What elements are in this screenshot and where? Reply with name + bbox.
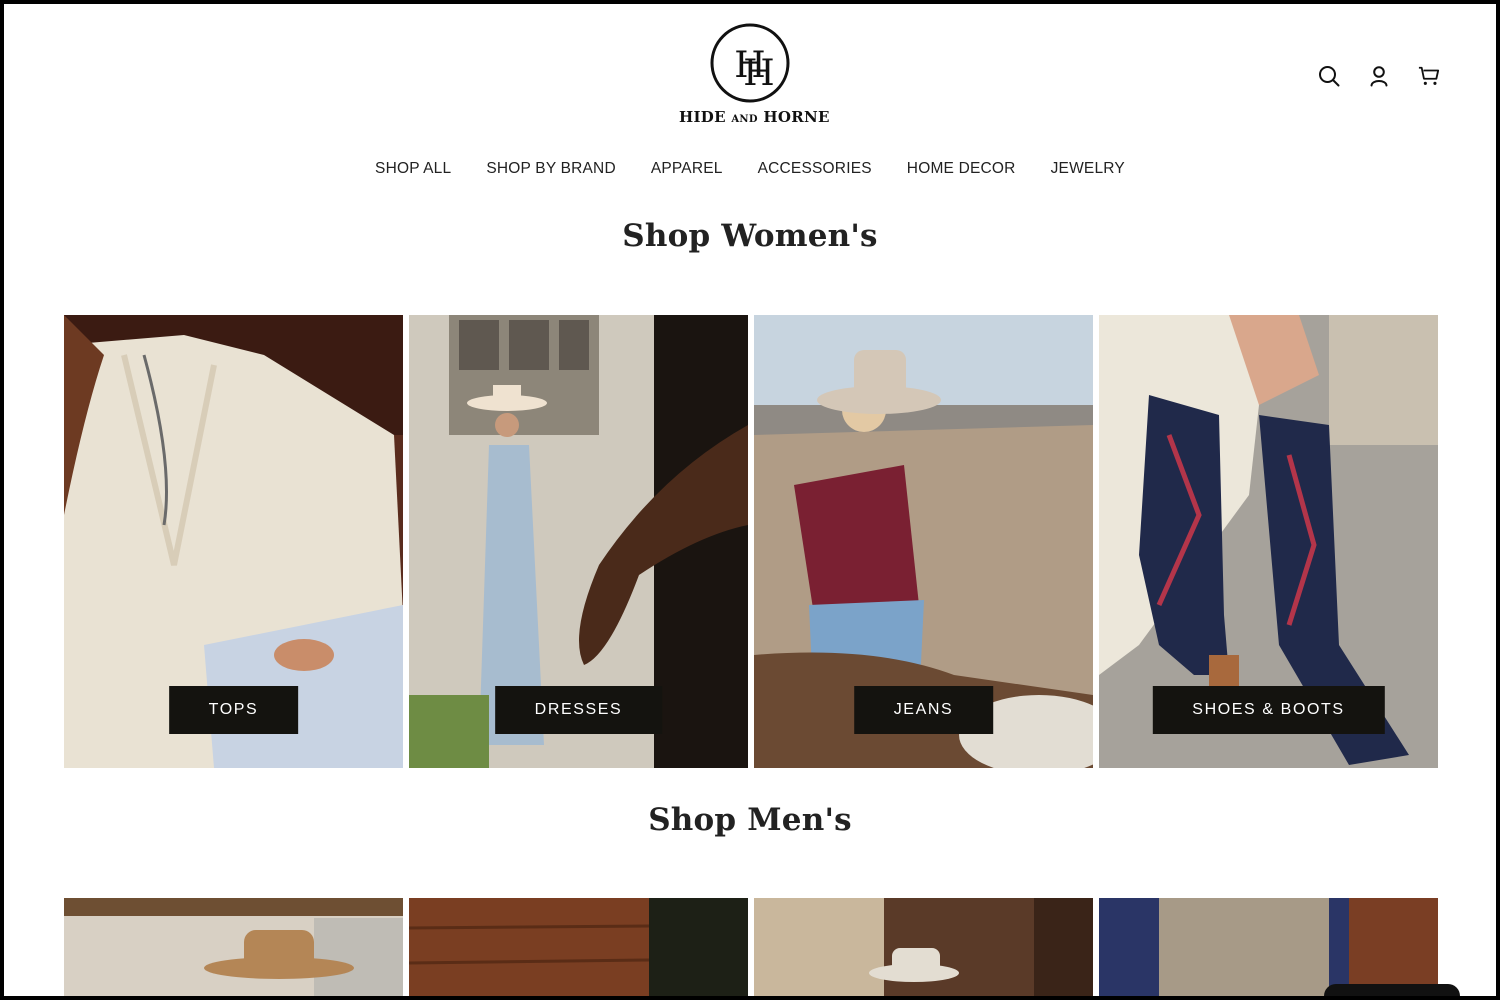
shop-mens-heading: Shop Men's: [648, 802, 852, 838]
cart-icon[interactable]: [1418, 64, 1440, 88]
account-icon[interactable]: [1368, 64, 1390, 88]
mens-category-grid: [64, 898, 1438, 996]
search-icon[interactable]: [1318, 64, 1340, 88]
chat-widget-tab[interactable]: [1324, 984, 1460, 996]
nav-shop-by-brand[interactable]: SHOP BY BRAND: [486, 160, 616, 178]
mens-photo-3: [754, 898, 1093, 996]
nav-shop-all[interactable]: SHOP ALL: [375, 160, 451, 178]
svg-text:H: H: [743, 53, 774, 94]
category-tile-jeans[interactable]: JEANS: [754, 315, 1093, 768]
monogram-logo-icon: H H: [710, 23, 790, 103]
nav-home-decor[interactable]: HOME DECOR: [907, 160, 1016, 178]
mens-tile-4[interactable]: [1099, 898, 1438, 996]
category-tile-shoes-boots[interactable]: SHOES & BOOTS: [1099, 315, 1438, 768]
page: H H HIDE AND HORNE SHOP ALL SHOP BY BRAN…: [4, 4, 1496, 996]
mens-tile-3[interactable]: [754, 898, 1093, 996]
tile-label-jeans[interactable]: JEANS: [853, 686, 994, 734]
brand-logo[interactable]: H H HIDE AND HORNE: [679, 22, 830, 126]
nav-jewelry[interactable]: JEWELRY: [1051, 160, 1125, 178]
shop-womens-heading: Shop Women's: [622, 218, 878, 254]
mens-photo-4: [1099, 898, 1438, 996]
mens-photo-2: [409, 898, 748, 996]
mens-tile-2[interactable]: [409, 898, 748, 996]
nav-accessories[interactable]: ACCESSORIES: [758, 160, 872, 178]
category-tile-tops[interactable]: TOPS: [64, 315, 403, 768]
tile-label-shoes-boots[interactable]: SHOES & BOOTS: [1152, 686, 1385, 734]
mens-photo-1: [64, 898, 403, 996]
main-nav: SHOP ALL SHOP BY BRAND APPAREL ACCESSORI…: [4, 160, 1496, 178]
category-tile-dresses[interactable]: DRESSES: [409, 315, 748, 768]
header-actions: [1318, 64, 1440, 88]
tile-label-tops[interactable]: TOPS: [168, 686, 299, 734]
mens-tile-1[interactable]: [64, 898, 403, 996]
nav-apparel[interactable]: APPAREL: [651, 160, 723, 178]
tile-label-dresses[interactable]: DRESSES: [494, 686, 663, 734]
womens-category-grid: TOPS DRESSES JEANS SHOES & BOOTS: [64, 315, 1438, 768]
brand-name: HIDE AND HORNE: [679, 108, 830, 126]
